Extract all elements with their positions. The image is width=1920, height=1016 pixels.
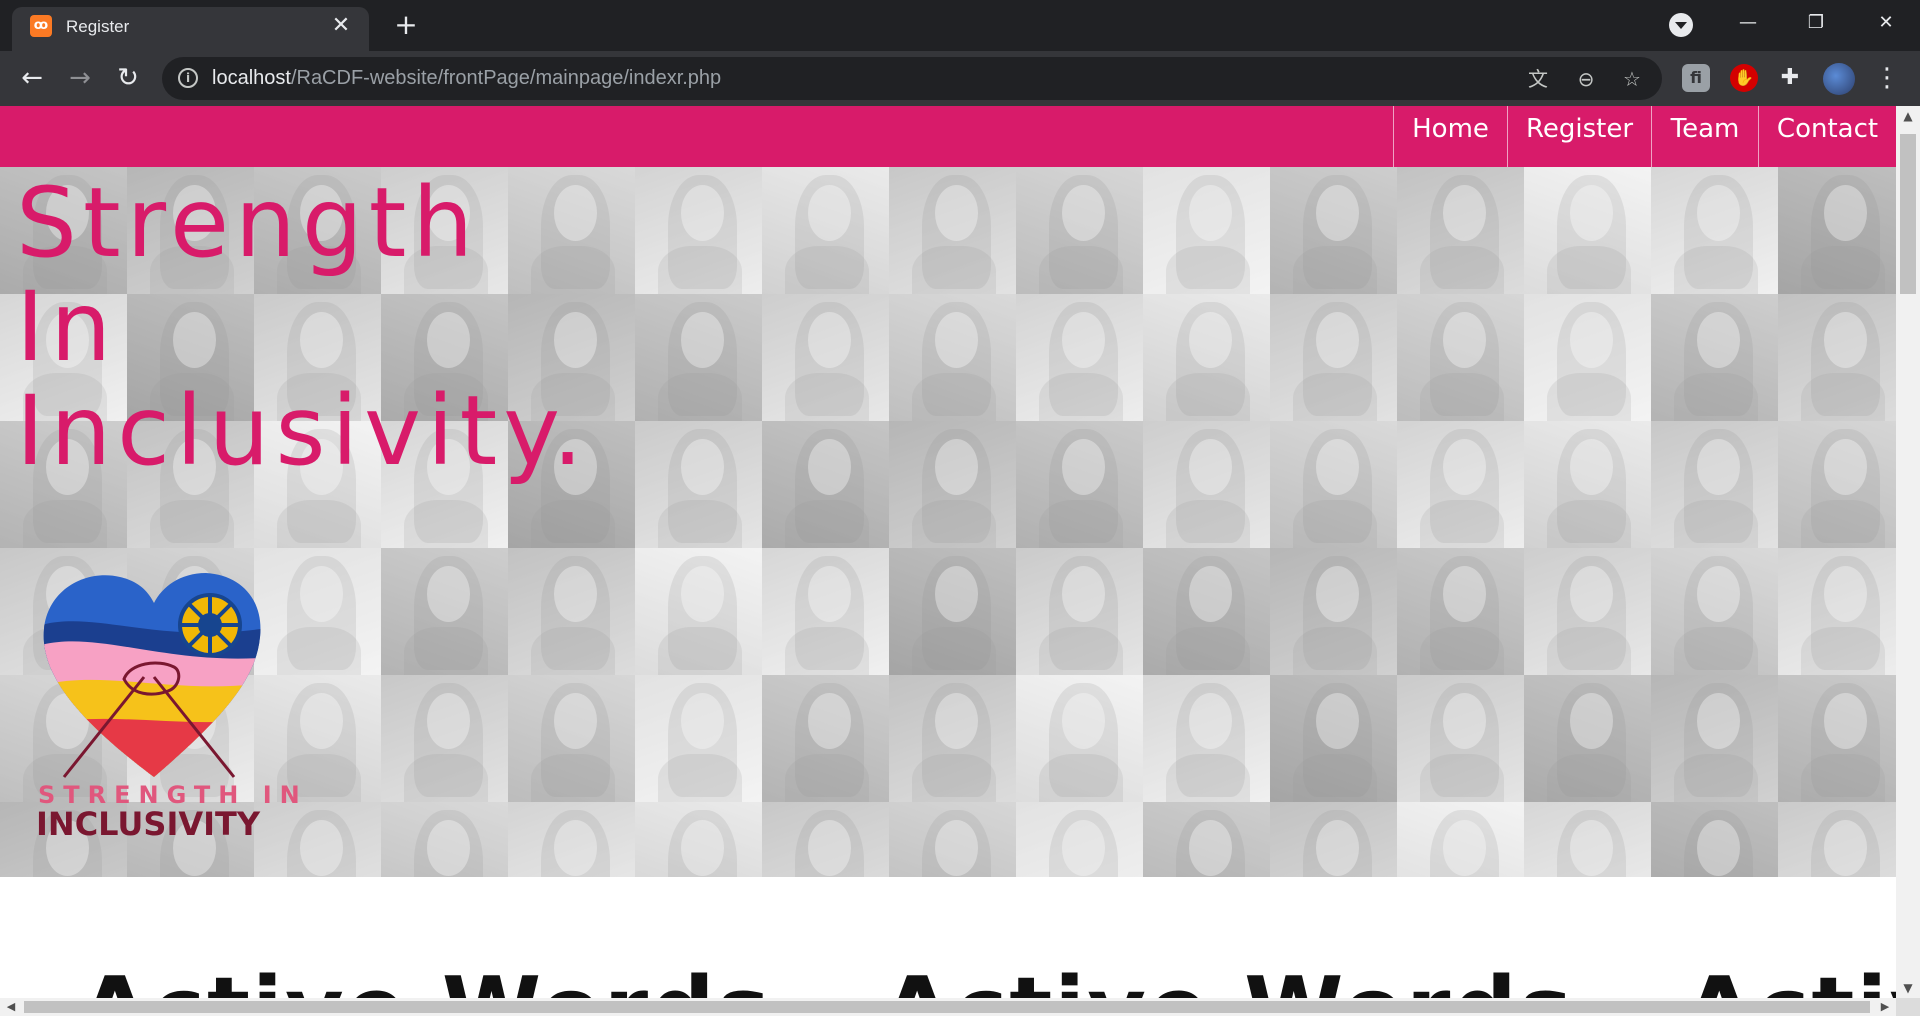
logo-text-line2: INCLUSIVITY [36,805,261,843]
restore-button[interactable]: ❐ [1786,6,1846,40]
browser-tab[interactable]: ꝏ Register ✕ [12,7,369,51]
nav-home-link[interactable]: Home [1393,106,1507,167]
nav-team-link[interactable]: Team [1651,106,1758,167]
reload-icon[interactable]: ↻ [110,60,146,96]
menu-icon[interactable]: ⋮ [1874,63,1900,93]
scrollbar-corner [1896,998,1920,1016]
marquee-item: Active Words [1684,958,1896,998]
strength-in-inclusivity-logo: STRENGTH IN INCLUSIVITY [34,567,300,849]
extension-icon[interactable]: fi [1682,64,1710,92]
scroll-down-arrow-icon[interactable]: ▼ [1896,978,1920,998]
tab-search-icon[interactable] [1669,13,1693,37]
site-info-icon[interactable]: i [178,68,198,88]
bookmark-star-icon[interactable]: ☆ [1618,65,1646,93]
close-window-button[interactable]: ✕ [1856,6,1916,40]
profile-avatar[interactable] [1823,63,1855,95]
vertical-scrollbar[interactable]: ▲ ▼ [1896,106,1920,998]
address-bar[interactable]: i localhost/RaCDF-website/frontPage/main… [162,57,1662,100]
back-icon[interactable]: ← [14,60,50,96]
tab-close-icon[interactable]: ✕ [329,14,353,38]
hero-headline: Strength In Inclusivity. [16,171,589,483]
new-tab-button[interactable]: + [392,11,420,39]
marquee-item: Active Words [80,958,772,998]
headline-line: Strength [16,167,480,279]
adblock-icon[interactable]: ✋ [1730,64,1758,92]
minimize-button[interactable]: — [1718,6,1778,40]
active-words-marquee: Active Words Active Words Active Words [80,958,1896,998]
site-navbar: Home Register Team Contact [0,106,1896,167]
xampp-favicon-icon: ꝏ [30,15,52,37]
nav-register-link[interactable]: Register [1507,106,1651,167]
scroll-right-arrow-icon[interactable]: ▶ [1874,998,1896,1016]
horizontal-scroll-thumb[interactable] [24,1001,1870,1013]
headline-line: In [16,271,118,383]
page-viewport: Home Register Team Contact Strength In I… [0,106,1896,998]
horizontal-scrollbar[interactable]: ◀ ▶ [0,998,1896,1016]
heart-logo-icon [43,573,261,778]
vertical-scroll-thumb[interactable] [1900,134,1916,294]
hero-banner: Strength In Inclusivity. STRENGTH IN INC… [0,167,1896,877]
zoom-out-icon[interactable]: ⊖ [1572,65,1600,93]
translate-icon[interactable]: 文 [1524,65,1552,93]
marquee-item: Active Words [882,958,1574,998]
tab-strip: ꝏ Register ✕ + — ❐ ✕ [0,0,1920,51]
scroll-left-arrow-icon[interactable]: ◀ [0,998,22,1016]
scroll-up-arrow-icon[interactable]: ▲ [1896,106,1920,126]
puzzle-icon[interactable]: ✚ [1776,64,1804,92]
browser-toolbar: ← → ↻ i localhost/RaCDF-website/frontPag… [0,51,1920,106]
url-text[interactable]: localhost/RaCDF-website/frontPage/mainpa… [212,67,721,90]
forward-icon[interactable]: → [62,60,98,96]
tab-title: Register [66,17,130,36]
nav-contact-link[interactable]: Contact [1758,106,1896,167]
headline-line: Inclusivity. [16,375,589,487]
